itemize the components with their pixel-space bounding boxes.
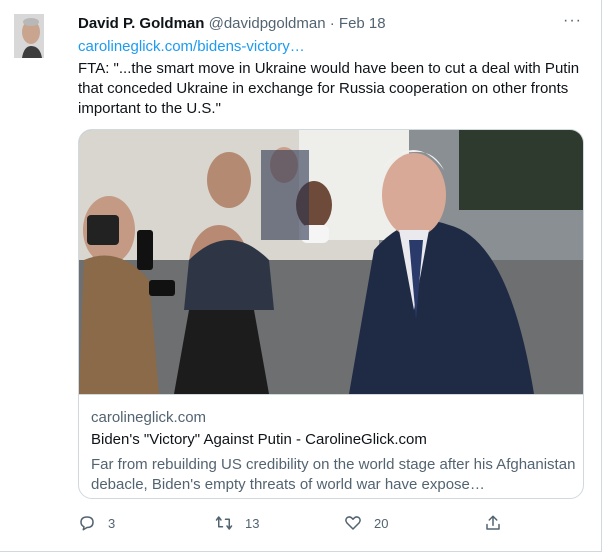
author-handle[interactable]: @davidpgoldman [209, 15, 326, 32]
share-icon [486, 515, 500, 530]
link-preview-card[interactable]: carolineglick.com Biden's "Victory" Agai… [78, 129, 584, 499]
retweet-count: 13 [245, 515, 260, 531]
card-title[interactable]: Biden's "Victory" Against Putin - Caroli… [91, 431, 427, 448]
heart-icon [345, 516, 361, 530]
tweet-actions: 3 13 20 [78, 514, 508, 538]
tweet-date[interactable]: Feb 18 [339, 15, 386, 32]
card-body: carolineglick.com Biden's "Victory" Agai… [79, 394, 583, 498]
more-options-icon[interactable]: ··· [563, 12, 582, 30]
author-name[interactable]: David P. Goldman [78, 15, 204, 32]
retweet-button[interactable]: 13 [215, 514, 259, 532]
tweet-header: David P. Goldman @davidpgoldman · Feb 18 [78, 15, 386, 32]
like-count: 20 [374, 515, 389, 531]
tweet-link[interactable]: carolineglick.com/bidens-victory… [78, 38, 305, 55]
retweet-icon [215, 516, 233, 530]
card-image [79, 130, 583, 394]
like-button[interactable]: 20 [344, 514, 388, 532]
reply-icon [80, 516, 94, 531]
card-domain: carolineglick.com [91, 409, 207, 426]
card-description: Far from rebuilding US credibility on th… [91, 456, 576, 493]
share-button[interactable] [484, 514, 514, 532]
tweet-text: FTA: "...the smart move in Ukraine would… [78, 60, 584, 117]
separator-dot: · [329, 15, 335, 32]
reply-button[interactable]: 3 [78, 514, 115, 532]
avatar[interactable] [14, 14, 44, 58]
reply-count: 3 [108, 515, 116, 531]
